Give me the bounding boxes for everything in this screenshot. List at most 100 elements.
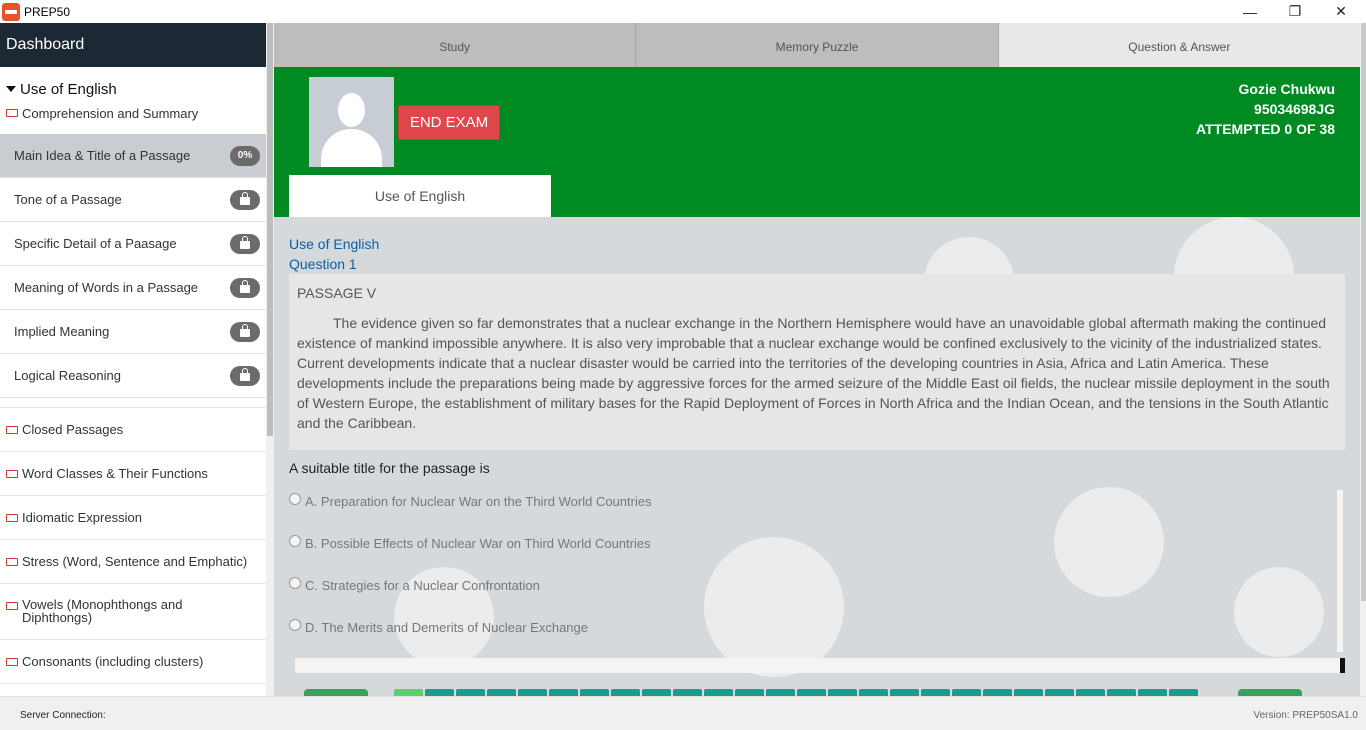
- user-name: Gozie Chukwu: [1238, 81, 1335, 97]
- question-number-button[interactable]: [394, 689, 423, 696]
- content-vertical-scrollbar[interactable]: [1337, 490, 1343, 652]
- sidebar-topic-meaning-of-words[interactable]: Meaning of Words in a Passage: [0, 266, 266, 310]
- sidebar-category-word-classes[interactable]: Word Classes & Their Functions: [0, 452, 266, 496]
- close-button[interactable]: ✕: [1318, 0, 1364, 23]
- caret-down-icon: [6, 86, 16, 92]
- question-number-button[interactable]: [580, 689, 609, 696]
- option-label: B. Possible Effects of Nuclear War on Th…: [305, 536, 651, 551]
- sidebar-category-label: Comprehension and Summary: [22, 105, 199, 121]
- category-icon: [6, 425, 18, 434]
- question-number-button[interactable]: [642, 689, 671, 696]
- content-horizontal-scrollbar[interactable]: [295, 658, 1345, 673]
- app-logo-icon: [2, 2, 20, 21]
- end-exam-button[interactable]: END EXAM: [398, 105, 500, 140]
- question-number-button[interactable]: [425, 689, 454, 696]
- question-number-button[interactable]: [890, 689, 919, 696]
- sidebar-topic-specific-detail[interactable]: Specific Detail of a Paasage: [0, 222, 266, 266]
- page-scrollbar-thumb[interactable]: [1361, 23, 1366, 601]
- sidebar-dashboard-link[interactable]: Dashboard: [0, 23, 266, 67]
- sidebar-scrollbar-thumb[interactable]: [267, 23, 273, 436]
- sidebar-category-label: Word Classes & Their Functions: [22, 466, 208, 481]
- page-scrollbar[interactable]: [1360, 23, 1366, 696]
- option-label: A. Preparation for Nuclear War on the Th…: [305, 494, 652, 509]
- option-b[interactable]: B. Possible Effects of Nuclear War on Th…: [289, 534, 651, 551]
- lock-icon: [240, 280, 250, 293]
- sidebar-category-consonants[interactable]: Consonants (including clusters): [0, 640, 266, 684]
- option-b-radio[interactable]: [289, 534, 301, 547]
- question-number-button[interactable]: [797, 689, 826, 696]
- sidebar-category-comprehension[interactable]: Comprehension and Summary: [0, 101, 266, 125]
- sidebar-scrollbar[interactable]: [266, 23, 274, 696]
- question-number-button[interactable]: [1107, 689, 1136, 696]
- lock-icon: [240, 324, 250, 337]
- question-number-button[interactable]: [704, 689, 733, 696]
- topic-label: Specific Detail of a Paasage: [14, 236, 177, 251]
- question-number-button[interactable]: [1076, 689, 1105, 696]
- category-icon: [6, 657, 18, 666]
- lock-badge: [230, 321, 260, 342]
- question-navigator: [304, 689, 1302, 696]
- question-number-button[interactable]: [921, 689, 950, 696]
- sidebar-category-vowels[interactable]: Vowels (Monophthongs and Diphthongs): [0, 584, 266, 640]
- next-button[interactable]: [1238, 689, 1302, 696]
- question-number-button[interactable]: [1169, 689, 1198, 696]
- question-number-button[interactable]: [735, 689, 764, 696]
- sidebar-topic-implied-meaning[interactable]: Implied Meaning: [0, 310, 266, 354]
- question-number-button[interactable]: [611, 689, 640, 696]
- option-label: C. Strategies for a Nuclear Confrontatio…: [305, 578, 540, 593]
- lock-badge: [230, 365, 260, 386]
- question-number-button[interactable]: [1045, 689, 1074, 696]
- minimize-button[interactable]: —: [1227, 0, 1273, 23]
- option-a[interactable]: A. Preparation for Nuclear War on the Th…: [289, 492, 652, 509]
- question-number-button[interactable]: [828, 689, 857, 696]
- question-number-button[interactable]: [952, 689, 981, 696]
- sidebar-category-label: Vowels (Monophthongs and Diphthongs): [22, 597, 183, 625]
- sidebar-category-closed-passages[interactable]: Closed Passages: [0, 408, 266, 452]
- tab-subject-use-of-english[interactable]: Use of English: [289, 175, 551, 217]
- sidebar-topic-logical-reasoning[interactable]: Logical Reasoning: [0, 354, 266, 398]
- question-number-button[interactable]: [766, 689, 795, 696]
- lock-badge: [230, 189, 260, 210]
- exam-header: END EXAM Gozie Chukwu 95034698JG ATTEMPT…: [274, 67, 1360, 217]
- option-c[interactable]: C. Strategies for a Nuclear Confrontatio…: [289, 576, 540, 593]
- tab-question-answer[interactable]: Question & Answer: [998, 23, 1360, 67]
- version-label: Version:: [1253, 710, 1290, 721]
- option-c-radio[interactable]: [289, 576, 301, 589]
- question-number-button[interactable]: [859, 689, 888, 696]
- option-d-radio[interactable]: [289, 618, 301, 631]
- option-a-radio[interactable]: [289, 492, 301, 505]
- question-number-button[interactable]: [518, 689, 547, 696]
- question-number-button[interactable]: [1014, 689, 1043, 696]
- tab-study[interactable]: Study: [274, 23, 637, 67]
- snowflake-decoration: [704, 537, 844, 677]
- question-number-button[interactable]: [487, 689, 516, 696]
- option-d[interactable]: D. The Merits and Demerits of Nuclear Ex…: [289, 618, 588, 635]
- question-number-button[interactable]: [1138, 689, 1167, 696]
- restore-button[interactable]: ❐: [1272, 0, 1318, 23]
- sidebar-category-label: Consonants (including clusters): [22, 654, 204, 669]
- sidebar-category-label: Idiomatic Expression: [22, 510, 142, 525]
- server-connection-label: Server Connection:: [20, 710, 106, 721]
- title-bar: PREP50 — ❐ ✕: [0, 0, 1366, 23]
- sidebar-category-stress[interactable]: Stress (Word, Sentence and Emphatic): [0, 540, 266, 584]
- lock-badge: [230, 233, 260, 254]
- sidebar-topic-tone[interactable]: Tone of a Passage: [0, 178, 266, 222]
- question-number-button[interactable]: [673, 689, 702, 696]
- version-value: PREP50SA1.0: [1292, 710, 1358, 721]
- option-label: D. The Merits and Demerits of Nuclear Ex…: [305, 620, 588, 635]
- question-number-button[interactable]: [983, 689, 1012, 696]
- status-bar: Server Connection: Version: PREP50SA1.0: [0, 696, 1366, 730]
- tab-memory-puzzle[interactable]: Memory Puzzle: [636, 23, 999, 67]
- question-number-button[interactable]: [549, 689, 578, 696]
- scrollbar-thumb[interactable]: [1340, 658, 1345, 673]
- question-number-button[interactable]: [456, 689, 485, 696]
- version-info: Version: PREP50SA1.0: [1253, 710, 1358, 721]
- topic-label: Implied Meaning: [14, 324, 110, 339]
- sidebar-category-idiomatic-expression[interactable]: Idiomatic Expression: [0, 496, 266, 540]
- sidebar: Dashboard Use of English Comprehension a…: [0, 23, 266, 696]
- lock-badge: [230, 277, 260, 298]
- main-tabs: Study Memory Puzzle Question & Answer: [274, 23, 1360, 67]
- previous-button[interactable]: [304, 689, 368, 696]
- sidebar-topic-main-idea[interactable]: Main Idea & Title of a Passage 0%: [0, 134, 266, 178]
- attempted-count: ATTEMPTED 0 OF 38: [1196, 121, 1335, 137]
